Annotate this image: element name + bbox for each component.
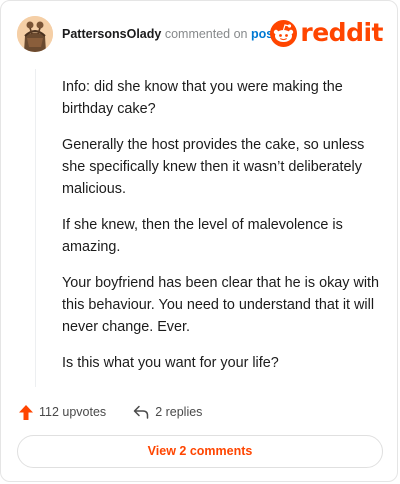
replies-button[interactable]: 2 replies <box>133 405 202 419</box>
comment-paragraph: Info: did she know that you were making … <box>62 79 343 117</box>
replies-count: 2 replies <box>155 405 203 419</box>
comment-actions: 112 upvotes 2 replies <box>19 401 202 423</box>
avatar-image <box>17 16 53 52</box>
comment-card: PattersonsOlady commented on post reddit… <box>0 0 398 482</box>
avatar[interactable] <box>17 16 53 52</box>
commented-on-text: commented on <box>164 27 248 41</box>
comment-byline: PattersonsOlady commented on post <box>62 26 277 42</box>
username-link[interactable]: PattersonsOlady <box>62 27 161 41</box>
thread-line <box>35 69 36 387</box>
reddit-wordmark: reddit <box>300 18 383 47</box>
comment-paragraph: Is this what you want for your life? <box>62 355 279 371</box>
comment-header: PattersonsOlady commented on post reddit <box>17 16 383 52</box>
upvote-arrow-icon <box>19 404 33 420</box>
comment-paragraph: Your boyfriend has been clear that he is… <box>62 275 380 335</box>
view-comments-button[interactable]: View 2 comments <box>17 435 383 468</box>
comment-paragraph: If she knew, then the level of malevolen… <box>62 217 343 255</box>
upvote-button[interactable]: 112 upvotes <box>19 404 107 420</box>
comment-paragraph: Generally the host provides the cake, so… <box>62 137 365 197</box>
reddit-logo-icon <box>270 19 298 47</box>
comment-body: Info: did she know that you were making … <box>62 76 380 388</box>
reddit-logo[interactable]: reddit <box>270 18 383 48</box>
upvote-count: 112 upvotes <box>39 405 107 419</box>
reply-icon <box>133 405 149 419</box>
